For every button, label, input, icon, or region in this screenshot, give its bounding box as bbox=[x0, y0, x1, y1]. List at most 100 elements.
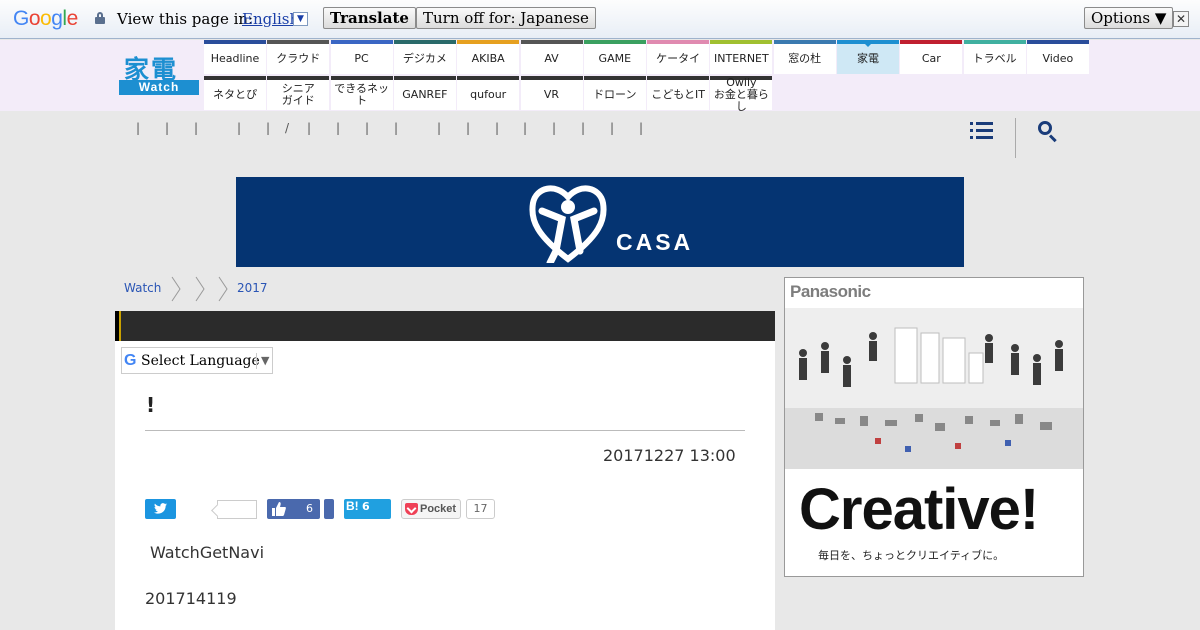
nav-item-label: AKIBA bbox=[471, 52, 505, 65]
translate-prompt: View this page in: bbox=[117, 10, 254, 28]
nav-item[interactable]: ドローン bbox=[583, 76, 646, 110]
nav-item[interactable]: こどもとIT bbox=[647, 76, 710, 110]
nav-item-label: Headline bbox=[210, 52, 260, 65]
nav-item[interactable]: ネタとぴ bbox=[204, 76, 266, 110]
subnav-separator: | bbox=[365, 121, 370, 135]
google-logo-letter: e bbox=[66, 7, 79, 30]
chevron-down-icon: ▼ bbox=[261, 354, 270, 367]
pocket-count: 17 bbox=[466, 499, 495, 519]
breadcrumb-year[interactable]: 2017 bbox=[237, 281, 268, 295]
nav-item-label: シニア ガイド bbox=[281, 82, 315, 107]
subnav-separator: | bbox=[610, 121, 615, 135]
language-dropdown-icon[interactable]: ▼ bbox=[293, 12, 308, 26]
nav-item[interactable]: トラベル bbox=[963, 40, 1026, 74]
menu-icon[interactable] bbox=[970, 120, 994, 140]
thumbs-up-icon bbox=[272, 502, 286, 516]
subnav-separator: | bbox=[394, 121, 399, 135]
nav-item[interactable]: ケータイ bbox=[647, 40, 710, 74]
ad-tagline: 毎日を、ちょっとクリエイティブに。 bbox=[818, 549, 1005, 562]
google-g-icon: G bbox=[124, 352, 137, 369]
nav-item[interactable]: Owlly お金と暮らし bbox=[710, 76, 773, 113]
turn-off-button[interactable]: Turn off for: Japanese bbox=[416, 7, 596, 29]
hatena-count: 6 bbox=[362, 500, 370, 513]
nav-item[interactable]: シニア ガイド bbox=[267, 76, 330, 110]
subnav-separator: | bbox=[437, 121, 442, 135]
subnav-separator: | bbox=[336, 121, 341, 135]
nav-item-label: Car bbox=[921, 52, 941, 65]
nav-item[interactable]: 家電 bbox=[837, 40, 899, 74]
nav-item[interactable]: クラウド bbox=[267, 40, 330, 74]
logo-sub: Watch bbox=[119, 80, 199, 95]
active-caret-icon bbox=[864, 43, 872, 47]
nav-item-label: PC bbox=[354, 52, 369, 65]
nav-item-label: GANREF bbox=[402, 88, 448, 101]
nav-item[interactable]: PC bbox=[330, 40, 393, 74]
category-bar bbox=[115, 311, 775, 341]
subnav-separator: | bbox=[495, 121, 500, 135]
target-language-link[interactable]: English bbox=[242, 10, 299, 28]
nav-item[interactable]: Video bbox=[1026, 40, 1089, 74]
nav-item[interactable]: デジカメ bbox=[393, 40, 456, 74]
pocket-icon bbox=[405, 503, 418, 515]
nav-item-label: こどもとIT bbox=[651, 88, 705, 101]
nav-item-label: ネタとぴ bbox=[213, 88, 257, 101]
nav-item-label: デジカメ bbox=[402, 52, 447, 65]
twitter-bird-icon bbox=[154, 503, 167, 514]
search-icon[interactable] bbox=[1038, 121, 1058, 143]
nav-item-label: VR bbox=[543, 88, 560, 101]
lock-icon bbox=[95, 12, 105, 24]
article-panel bbox=[115, 341, 775, 630]
subnav-separator: | bbox=[136, 121, 141, 135]
breadcrumb-watch[interactable]: Watch bbox=[124, 281, 161, 295]
nav-item[interactable]: qufour bbox=[457, 76, 520, 110]
close-icon[interactable]: ✕ bbox=[1173, 11, 1189, 27]
twitter-share-button[interactable] bbox=[145, 499, 176, 519]
group-photo-image bbox=[785, 308, 1083, 469]
pocket-button[interactable]: Pocket bbox=[401, 499, 461, 519]
nav-item-label: Owlly お金と暮らし bbox=[713, 76, 769, 113]
article-date: 20171227 13:00 bbox=[603, 446, 736, 465]
sub-nav: | | | | | / | | | | | | | | | | | | bbox=[0, 111, 1200, 161]
subnav-separator: | bbox=[639, 121, 644, 135]
casa-heart-logo-icon bbox=[529, 185, 607, 263]
translate-button[interactable]: Translate bbox=[323, 7, 416, 29]
chevron-right-icon bbox=[171, 276, 181, 302]
ad-banner[interactable]: CASA bbox=[236, 177, 964, 267]
article-title: ! bbox=[146, 393, 156, 417]
nav-item-label: INTERNET bbox=[714, 52, 769, 65]
nav-item-label: qufour bbox=[470, 88, 507, 101]
nav-item-label: GAME bbox=[598, 52, 632, 65]
nav-item[interactable]: AV bbox=[520, 40, 583, 74]
nav-item-label: Video bbox=[1042, 52, 1074, 65]
subnav-separator: | bbox=[165, 121, 170, 135]
google-logo-letter: o bbox=[28, 7, 41, 30]
nav-item[interactable]: Car bbox=[900, 40, 963, 74]
subnav-separator: | bbox=[194, 121, 199, 135]
nav-item[interactable]: 窓の杜 bbox=[773, 40, 836, 74]
hatena-bookmark-button[interactable]: B! 6 bbox=[344, 499, 391, 519]
select-language-label: Select Language bbox=[141, 353, 260, 369]
nav-item[interactable]: できるネット bbox=[330, 76, 393, 110]
panasonic-logo: Panasonic bbox=[790, 282, 871, 301]
side-ad[interactable]: Panasonic Creative! 毎日を、ちょっとクリエイティブに。 bbox=[784, 277, 1084, 577]
google-logo-letter: g bbox=[51, 7, 63, 30]
subnav-separator: / bbox=[285, 121, 290, 135]
article-body-line: WatchGetNavi bbox=[150, 543, 265, 562]
nav-item-label: ドローン bbox=[593, 88, 637, 101]
site-logo[interactable]: 家電 Watch bbox=[119, 51, 199, 96]
nav-item[interactable]: Headline bbox=[204, 40, 266, 74]
facebook-share-button[interactable] bbox=[324, 499, 334, 519]
nav-item[interactable]: VR bbox=[520, 76, 583, 110]
nav-item-label: 窓の杜 bbox=[788, 52, 822, 65]
nav-item[interactable]: AKIBA bbox=[457, 40, 520, 74]
nav-item-label: 家電 bbox=[857, 52, 879, 65]
nav-item[interactable]: GANREF bbox=[393, 76, 456, 110]
nav-item[interactable]: GAME bbox=[583, 40, 646, 74]
facebook-like-button[interactable]: 6 bbox=[267, 499, 320, 519]
nav-item[interactable]: INTERNET bbox=[710, 40, 773, 74]
subnav-separator: | bbox=[266, 121, 271, 135]
options-button[interactable]: Options ▼ bbox=[1084, 7, 1174, 29]
nav-item-label: トラベル bbox=[972, 52, 1017, 65]
nav-item-label: できるネット bbox=[334, 82, 389, 107]
select-language-dropdown[interactable]: G Select Language ▼ bbox=[121, 347, 273, 374]
